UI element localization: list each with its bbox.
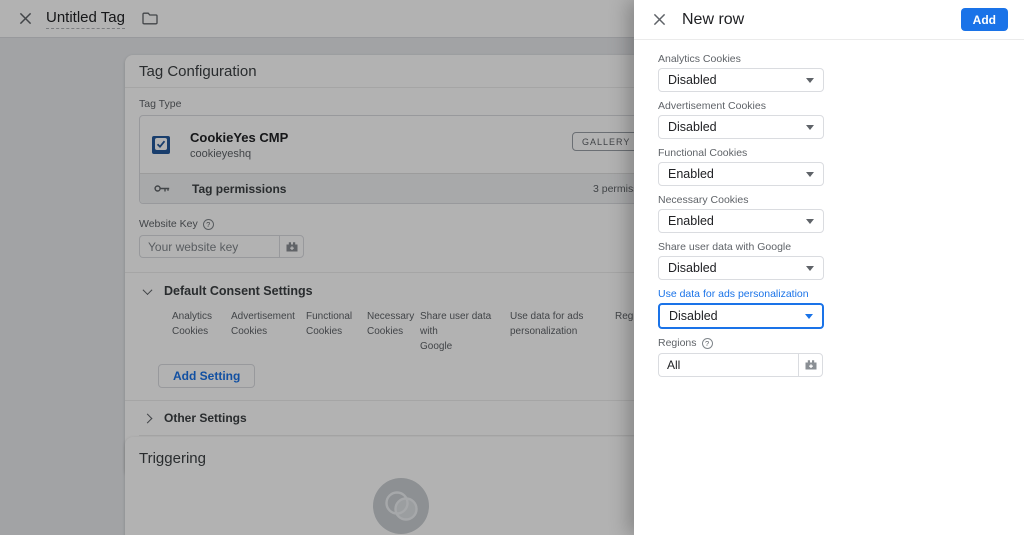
brick-icon [805, 360, 816, 370]
field-functional-cookies: Functional Cookies Enabled [658, 147, 1024, 186]
analytics-cookies-dropdown[interactable]: Disabled [658, 68, 824, 92]
dropdown-arrow-icon [806, 124, 814, 130]
field-analytics-cookies: Analytics Cookies Disabled [658, 53, 1024, 92]
field-label: Analytics Cookies [658, 53, 741, 65]
dropdown-arrow-icon [806, 218, 814, 224]
variable-picker-button[interactable] [798, 353, 823, 377]
new-row-panel-header: New row Add [634, 0, 1024, 40]
advertisement-cookies-dropdown[interactable]: Disabled [658, 115, 824, 139]
panel-title: New row [682, 10, 745, 28]
field-share-user-data: Share user data with Google Disabled [658, 241, 1024, 280]
regions-label: Regions [658, 337, 697, 349]
app-window: Untitled Tag Tag Configuration Tag Type … [0, 0, 1024, 535]
field-label: Necessary Cookies [658, 194, 749, 206]
field-necessary-cookies: Necessary Cookies Enabled [658, 194, 1024, 233]
help-icon[interactable]: ? [701, 337, 713, 349]
dropdown-value: Disabled [668, 261, 717, 275]
use-data-ads-dropdown[interactable]: Disabled [658, 303, 824, 329]
new-row-form: Analytics Cookies Disabled Advertisement… [634, 40, 1024, 377]
dropdown-arrow-icon [806, 171, 814, 177]
share-user-data-dropdown[interactable]: Disabled [658, 256, 824, 280]
field-label: Functional Cookies [658, 147, 748, 159]
dropdown-arrow-icon [806, 77, 814, 83]
field-label: Advertisement Cookies [658, 100, 766, 112]
field-regions: Regions ? [658, 337, 1024, 377]
necessary-cookies-dropdown[interactable]: Enabled [658, 209, 824, 233]
regions-group [658, 353, 823, 377]
dropdown-value: Disabled [668, 73, 717, 87]
dropdown-arrow-icon [805, 313, 813, 319]
dropdown-value: Disabled [669, 309, 718, 323]
dropdown-value: Enabled [668, 167, 714, 181]
new-row-panel: New row Add Analytics Cookies Disabled A… [634, 0, 1024, 535]
regions-input[interactable] [658, 353, 798, 377]
close-icon [653, 13, 665, 26]
functional-cookies-dropdown[interactable]: Enabled [658, 162, 824, 186]
dropdown-arrow-icon [806, 265, 814, 271]
dropdown-value: Enabled [668, 214, 714, 228]
field-use-data-ads-personalization: Use data for ads personalization Disable… [658, 288, 1024, 329]
add-row-button[interactable]: Add [960, 8, 1008, 31]
dropdown-value: Disabled [668, 120, 717, 134]
field-advertisement-cookies: Advertisement Cookies Disabled [658, 100, 1024, 139]
field-label: Use data for ads personalization [658, 288, 809, 300]
close-panel-button[interactable] [646, 7, 672, 33]
field-label: Share user data with Google [658, 241, 792, 253]
